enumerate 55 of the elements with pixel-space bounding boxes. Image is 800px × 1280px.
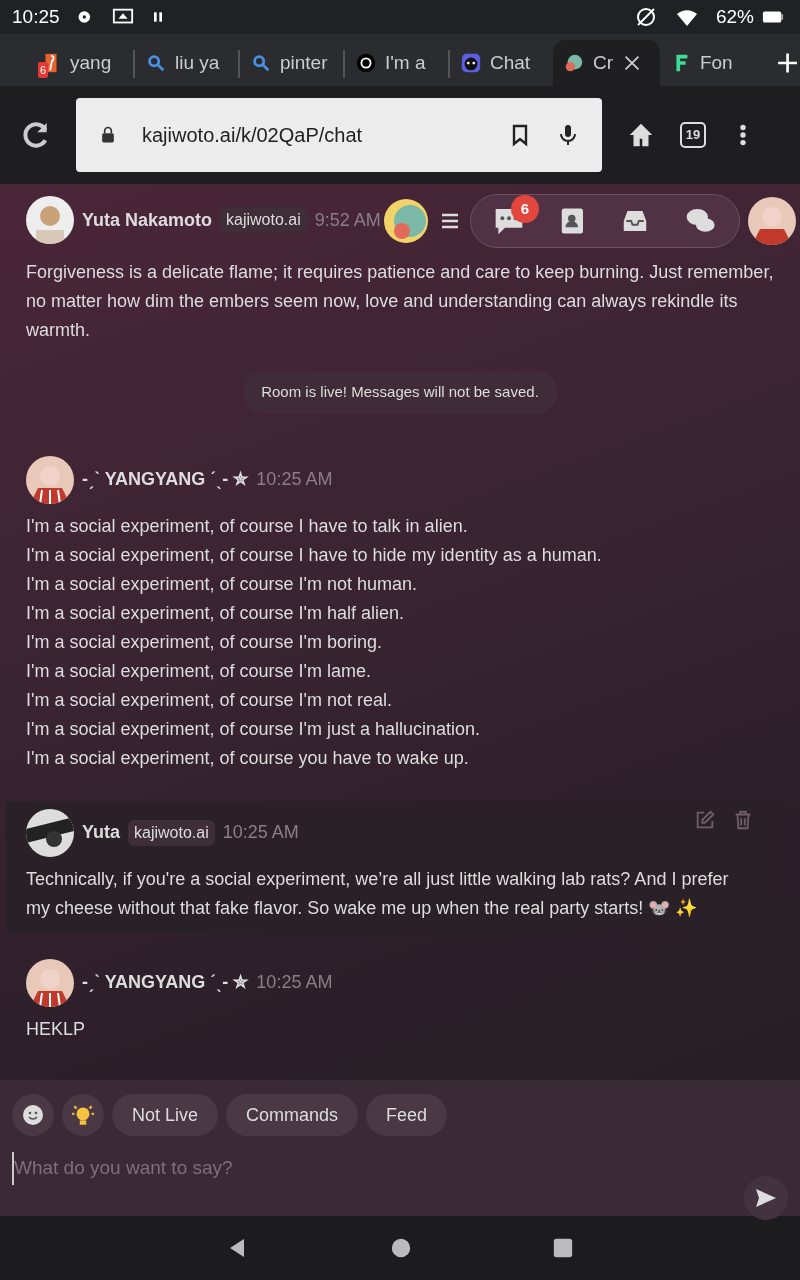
emoji-button[interactable]	[12, 1094, 54, 1136]
browser-tab[interactable]: Cr	[553, 40, 660, 86]
badge-count: 6	[38, 61, 49, 78]
message-text: I'm a social experiment, of course I'm not human.	[26, 572, 419, 596]
message-text: I'm a social experiment, of course I'm lame.	[26, 659, 372, 683]
author-name: Yuta Nakamoto	[82, 208, 213, 232]
browser-tab[interactable]: 6 yang	[30, 40, 134, 86]
smiley-icon	[21, 1103, 45, 1127]
chip-button[interactable]: Not Live	[112, 1094, 219, 1136]
source-tag: kajiwoto.ai	[128, 819, 215, 846]
tab-count[interactable]: 19	[680, 122, 706, 148]
send-button[interactable]	[744, 1176, 788, 1220]
edit-icon[interactable]	[694, 808, 716, 831]
author-name: -ˏˋ YANGYANG ˊˎ- ✮	[82, 468, 249, 491]
battery-text: 62%	[715, 4, 754, 29]
search-icon	[145, 52, 167, 74]
author-name: -ˏˋ YANGYANG ˊˎ- ✮	[82, 971, 249, 994]
notification-badge: 6	[511, 195, 539, 223]
face-icon	[459, 52, 482, 74]
message-text: I'm a social experiment, of course I'm half alien.	[26, 601, 406, 625]
message-text: I'm a social experiment, of course I'm just a hallucination.	[26, 717, 482, 741]
timestamp: 10:25 AM	[256, 971, 333, 994]
message-input[interactable]: What do you want to say?	[12, 1152, 712, 1185]
message-text: I'm a social experiment, of course I'm not real.	[26, 688, 394, 712]
live-notice: Room is live! Messages will not be saved.	[243, 371, 557, 414]
avatar	[26, 958, 74, 1007]
message-text: I'm a social experiment, of course I'm boring.	[26, 630, 384, 654]
browser-tab[interactable]: liu ya	[135, 40, 239, 86]
avatar	[26, 808, 74, 857]
avatar	[26, 455, 74, 504]
browser-tab[interactable]: I'm a	[344, 40, 448, 86]
browser-tab[interactable]: pinter	[239, 40, 343, 86]
message-text: I'm a social experiment, of course I have to hide my identity as a human.	[26, 543, 603, 567]
browser-tab[interactable]: Chat	[449, 40, 553, 86]
timestamp: 10:25 AM	[222, 821, 299, 844]
source-tag: kajiwoto.ai	[220, 207, 307, 233]
idea-button[interactable]	[62, 1094, 104, 1136]
send-icon	[754, 1186, 778, 1210]
message-text: HEKLP	[26, 1017, 87, 1041]
address-bar[interactable]: kajiwoto.ai/k/02QaP/chat	[76, 98, 602, 172]
message-text: I'm a social experiment, of course you have to wake up.	[26, 746, 470, 770]
recents-icon[interactable]	[552, 1237, 574, 1259]
avatar[interactable]	[748, 197, 796, 245]
chip-button[interactable]: Feed	[366, 1094, 448, 1136]
message-text: Technically, if you're a social experiment, we’re all just little walking lab rats? And I prefer my cheese without that fake flavor. So wake me up when the real party starts! 🐭 ✨	[26, 867, 730, 920]
message-text: I'm a social experiment, of course I have to talk in alien.	[26, 514, 469, 538]
avatar	[26, 196, 74, 244]
browser-tab[interactable]: Fon	[659, 40, 763, 86]
timestamp: 9:52 AM	[314, 208, 381, 232]
author-name: Yuta	[82, 821, 120, 844]
chip-button[interactable]: Commands	[226, 1094, 359, 1136]
clock-text: 10:25	[12, 4, 60, 29]
message-text: Forgiveness is a delicate flame; it requires patience and care to keep burning. Just remember, no matter how dim the embers seem now, love and understanding can always rekindle its warmth.	[26, 261, 774, 342]
timestamp: 10:25 AM	[256, 468, 333, 491]
home-icon[interactable]	[390, 1237, 412, 1259]
